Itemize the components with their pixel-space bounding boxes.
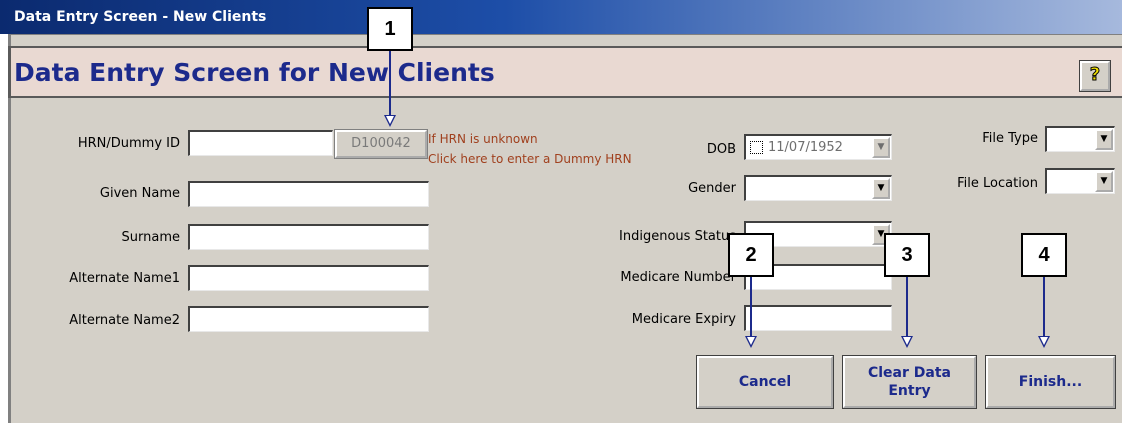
callout-3-arrowhead <box>901 336 913 348</box>
callout-4: 4 <box>1021 233 1067 277</box>
gender-select[interactable]: ▼ <box>744 175 892 201</box>
callout-3: 3 <box>884 233 930 277</box>
callout-1-arrow <box>389 51 391 117</box>
dob-value: 11/07/1952 <box>768 140 843 155</box>
hrn-input[interactable] <box>188 130 333 156</box>
medicare-expiry-input[interactable] <box>744 305 892 331</box>
file-location-select[interactable]: ▼ <box>1045 168 1115 194</box>
gender-label: Gender <box>688 181 736 196</box>
alt-name1-label: Alternate Name1 <box>69 271 180 286</box>
medicare-number-label: Medicare Number <box>620 270 736 285</box>
callout-4-arrow <box>1043 277 1045 337</box>
finish-button[interactable]: Finish... <box>985 355 1116 409</box>
given-name-label: Given Name <box>99 186 180 201</box>
surname-label: Surname <box>121 230 180 245</box>
file-location-label: File Location <box>957 176 1038 191</box>
callout-1-arrowhead <box>384 115 396 127</box>
file-type-label: File Type <box>982 131 1038 146</box>
dob-checkbox[interactable] <box>750 141 763 154</box>
clear-data-entry-button[interactable]: Clear Data Entry <box>842 355 977 409</box>
medicare-expiry-label: Medicare Expiry <box>631 312 736 327</box>
dob-picker[interactable]: 11/07/1952 ▼ <box>744 134 892 160</box>
chevron-down-icon[interactable]: ▼ <box>872 137 890 158</box>
chevron-down-icon[interactable]: ▼ <box>872 178 890 199</box>
file-type-select[interactable]: ▼ <box>1045 126 1115 152</box>
clear-label-line2: Entry <box>888 383 931 399</box>
surname-input[interactable] <box>188 224 429 250</box>
window-title: Data Entry Screen - New Clients <box>0 0 1122 34</box>
page-title: Data Entry Screen for New Clients <box>14 58 495 87</box>
given-name-input[interactable] <box>188 181 429 207</box>
alt-name1-input[interactable] <box>188 265 429 291</box>
chevron-down-icon[interactable]: ▼ <box>1095 129 1113 150</box>
alt-name2-input[interactable] <box>188 306 429 332</box>
finish-label: Finish... <box>1018 374 1083 390</box>
help-button[interactable]: ? <box>1079 60 1111 92</box>
callout-2-arrowhead <box>745 336 757 348</box>
cancel-button[interactable]: Cancel <box>696 355 834 409</box>
callout-1: 1 <box>367 7 413 51</box>
callout-2-arrow <box>750 277 752 337</box>
hint-dummy-hrn[interactable]: Click here to enter a Dummy HRN <box>428 152 632 166</box>
callout-2: 2 <box>728 233 774 277</box>
hint-hrn-unknown: If HRN is unknown <box>428 132 538 146</box>
alt-name2-label: Alternate Name2 <box>69 313 180 328</box>
cancel-label: Cancel <box>738 374 792 390</box>
clear-label-line1: Clear Data <box>867 365 951 381</box>
callout-4-arrowhead <box>1038 336 1050 348</box>
chevron-down-icon[interactable]: ▼ <box>1095 171 1113 192</box>
dob-label: DOB <box>706 142 736 157</box>
indigenous-status-label: Indigenous Status <box>619 229 736 244</box>
help-icon: ? <box>1089 64 1101 86</box>
callout-3-arrow <box>906 277 908 337</box>
hrn-label: HRN/Dummy ID <box>77 136 180 151</box>
dummy-hrn-button[interactable]: D100042 <box>334 129 428 159</box>
